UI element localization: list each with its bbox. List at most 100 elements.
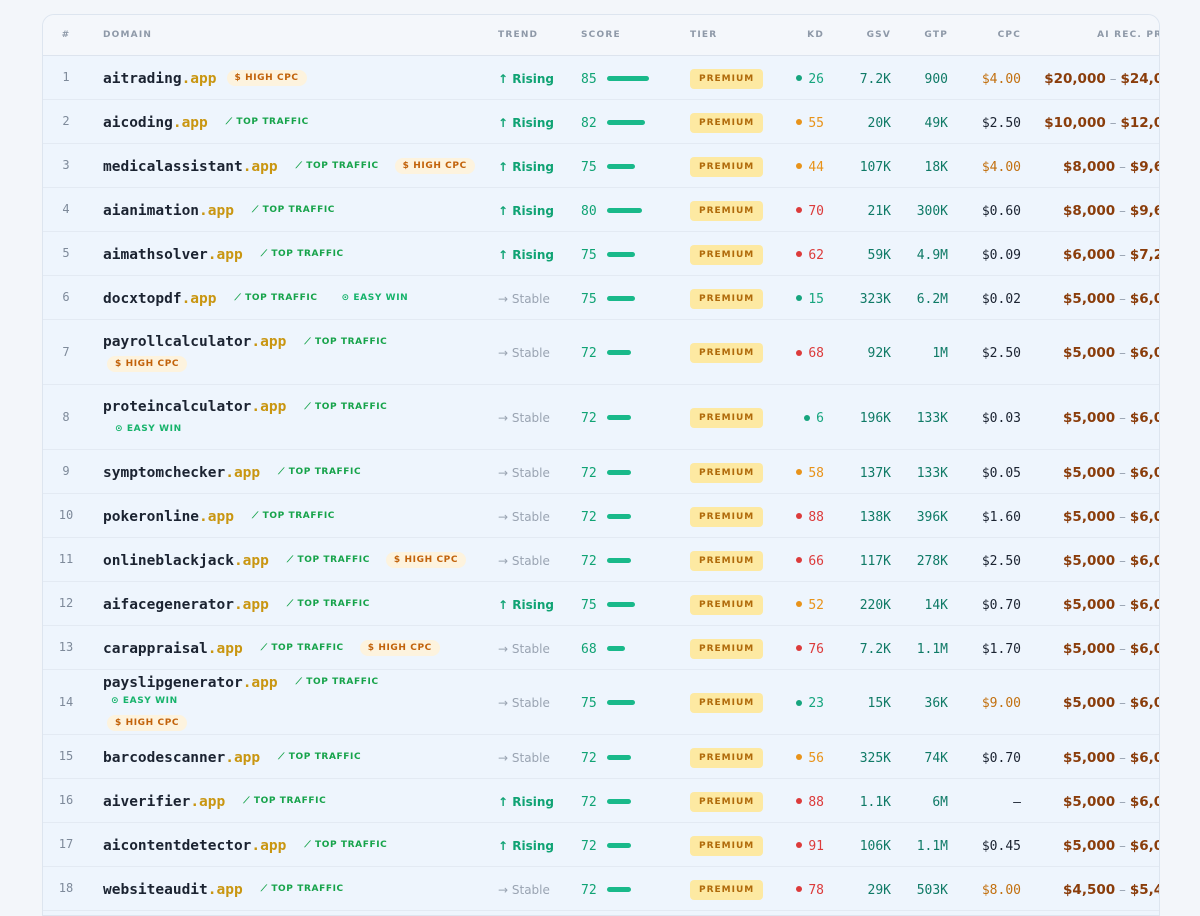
price-high: $6,000 (1129, 837, 1159, 854)
table-row[interactable]: 2 aicoding.app ⟋ TOP TRAFFIC ↑ Rising 82 PREM… (43, 99, 1159, 143)
domain-tld: .app (207, 881, 243, 898)
gsv-value: 29K (867, 882, 891, 898)
gsv-cell: 92K (838, 319, 905, 384)
table-row[interactable]: 1 aitrading.app $ HIGH CPC ↑ Rising 85 PREMIU… (43, 55, 1159, 99)
table-row[interactable]: 5 aimathsolver.app ⟋ TOP TRAFFIC ↑ Rising 75… (43, 231, 1159, 275)
table-row[interactable]: 7 payrollcalculator.app ⟋ TOP TRAFFIC $ HIG… (43, 319, 1159, 384)
domain-name[interactable]: aicontentdetector.app (103, 838, 286, 854)
score-bar (607, 469, 631, 475)
header-num[interactable]: # (43, 15, 89, 55)
domain-cell: aifacegenerator.app ⟋ TOP TRAFFIC (89, 581, 484, 625)
domain-cell: payslipgenerator.app ⟋ TOP TRAFFIC ⊙ EASY … (89, 669, 484, 734)
table-row[interactable]: 3 medicalassistant.app ⟋ TOP TRAFFIC $ HIGH… (43, 143, 1159, 187)
domain-table-card: # DOMAIN TREND SCORE TIER KD GSV GTP CPC… (42, 14, 1160, 916)
ai-rec-price: $5,000–$6,000 (1063, 695, 1159, 711)
gtp-value: 133K (916, 411, 948, 426)
table-row[interactable]: 6 docxtopdf.app ⟋ TOP TRAFFIC ⊙ EASY WIN → S… (43, 275, 1159, 319)
domain-name[interactable]: onlineblackjack.app (103, 553, 269, 569)
trend-indicator: ↑ Rising (498, 159, 554, 174)
trend-cell: ↑ Rising (484, 231, 569, 275)
domain-name[interactable]: symptomchecker.app (103, 465, 260, 481)
cpc-value: — (1013, 794, 1021, 810)
price-low: $5,000 (1063, 596, 1116, 613)
table-row[interactable]: 12 aifacegenerator.app ⟋ TOP TRAFFIC ↑ Risi… (43, 581, 1159, 625)
table-row[interactable]: 11 onlineblackjack.app ⟋ TOP TRAFFIC $ HIGH… (43, 537, 1159, 581)
gtp-value: 74K (924, 750, 948, 766)
tier-cell: PREMIUM (672, 581, 768, 625)
domain-cell: barcodescanner.app ⟋ TOP TRAFFIC (89, 734, 484, 778)
score-value: 82 (581, 115, 597, 131)
domain-name[interactable]: aitrading.app (103, 71, 217, 87)
domain-name[interactable]: aianimation.app (103, 203, 234, 219)
table-row[interactable]: 4 aianimation.app ⟋ TOP TRAFFIC ↑ Rising 80 P… (43, 187, 1159, 231)
score-value: 72 (581, 553, 597, 569)
price-high: $6,000 (1129, 464, 1159, 481)
header-domain[interactable]: DOMAIN (89, 15, 484, 55)
header-cpc[interactable]: CPC (962, 15, 1035, 55)
domain-name[interactable]: payslipgenerator.app (103, 675, 278, 691)
ai-rec-price: $5,000–$6,000 (1063, 793, 1159, 810)
trend-indicator: ↑ Rising (498, 203, 554, 218)
table-row[interactable]: 17 aicontentdetector.app ⟋ TOP TRAFFIC ↑ Ri… (43, 822, 1159, 866)
gsv-value: 117K (859, 553, 891, 569)
table-row[interactable]: 18 websiteaudit.app ⟋ TOP TRAFFIC → Stable 7… (43, 866, 1159, 910)
tier-badge: PREMIUM (690, 594, 764, 615)
domain-name[interactable]: aimathsolver.app (103, 247, 243, 263)
header-kd[interactable]: KD (768, 15, 838, 55)
domain-name[interactable]: aifacegenerator.app (103, 597, 269, 613)
gtp-cell: 133K (905, 384, 962, 449)
table-row[interactable]: 14 payslipgenerator.app ⟋ TOP TRAFFIC ⊙ EAS… (43, 669, 1159, 734)
gsv-value: 1.1K (859, 794, 891, 810)
gsv-cell: 323K (838, 275, 905, 319)
table-row[interactable]: 16 aiverifier.app ⟋ TOP TRAFFIC ↑ Rising 72 P… (43, 778, 1159, 822)
score-cell: 72 (569, 537, 672, 581)
kd-cell: 52 (768, 581, 838, 625)
domain-name[interactable]: aiverifier.app (103, 794, 225, 810)
table-row[interactable]: 8 proteincalculator.app ⟋ TOP TRAFFIC ⊙ EAS… (43, 384, 1159, 449)
table-row[interactable]: 10 pokeronline.app ⟋ TOP TRAFFIC → Stable 72… (43, 493, 1159, 537)
top-traffic-tag: ⟋ TOP TRAFFIC (304, 401, 388, 412)
cpc-cell: $0.05 (962, 449, 1035, 493)
domain-name[interactable]: payrollcalculator.app (103, 334, 286, 350)
table-row[interactable]: 9 symptomchecker.app ⟋ TOP TRAFFIC → Stable… (43, 449, 1159, 493)
score-bar (607, 886, 631, 892)
kd-cell: 55 (768, 99, 838, 143)
domain-name[interactable]: carappraisal.app (103, 641, 243, 657)
domain-tld: .app (172, 114, 208, 131)
trend-cell: → Stable (484, 449, 569, 493)
header-score[interactable]: SCORE (569, 15, 672, 55)
table-row[interactable]: 13 carappraisal.app ⟋ TOP TRAFFIC $ HIGH CP… (43, 625, 1159, 669)
trend-indicator: → Stable (498, 750, 550, 765)
gsv-cell: 20K (838, 99, 905, 143)
kd-value: 66 (808, 553, 824, 569)
domain-name[interactable]: docxtopdf.app (103, 291, 217, 307)
domain-name[interactable]: pokeronline.app (103, 509, 234, 525)
trend-cell: ↑ Rising (484, 143, 569, 187)
score-value: 75 (581, 159, 597, 175)
price-range-dash: – (1119, 345, 1126, 361)
domain-name[interactable]: barcodescanner.app (103, 750, 260, 766)
header-tier[interactable]: TIER (672, 15, 768, 55)
kd-value: 55 (808, 115, 824, 131)
domain-name[interactable]: proteincalculator.app (103, 399, 286, 415)
score-cell: 85 (569, 55, 672, 99)
top-traffic-tag: ⟋ TOP TRAFFIC (286, 599, 370, 609)
price-low: $5,000 (1063, 793, 1116, 810)
gsv-cell: 325K (838, 734, 905, 778)
score-bar (607, 557, 631, 563)
header-gsv[interactable]: GSV (838, 15, 905, 55)
domain-name[interactable]: websiteaudit.app (103, 882, 243, 898)
trend-cell: → Stable (484, 384, 569, 449)
table-row[interactable]: 15 barcodescanner.app ⟋ TOP TRAFFIC → Stabl… (43, 734, 1159, 778)
domain-cell: docxtopdf.app ⟋ TOP TRAFFIC ⊙ EASY WIN (89, 275, 484, 319)
cpc-value: $0.05 (981, 465, 1021, 481)
domain-name[interactable]: aicoding.app (103, 115, 208, 131)
gtp-value: 4.9M (916, 247, 948, 263)
domain-name[interactable]: medicalassistant.app (103, 159, 278, 175)
price-high: $6,000 (1129, 695, 1159, 711)
price-cell: $10,000–$12,000 (1035, 99, 1159, 143)
header-gtp[interactable]: GTP (905, 15, 962, 55)
header-ai-price[interactable]: AI REC. PRICE (1035, 15, 1159, 55)
gsv-value: 138K (859, 509, 891, 525)
header-trend[interactable]: TREND (484, 15, 569, 55)
